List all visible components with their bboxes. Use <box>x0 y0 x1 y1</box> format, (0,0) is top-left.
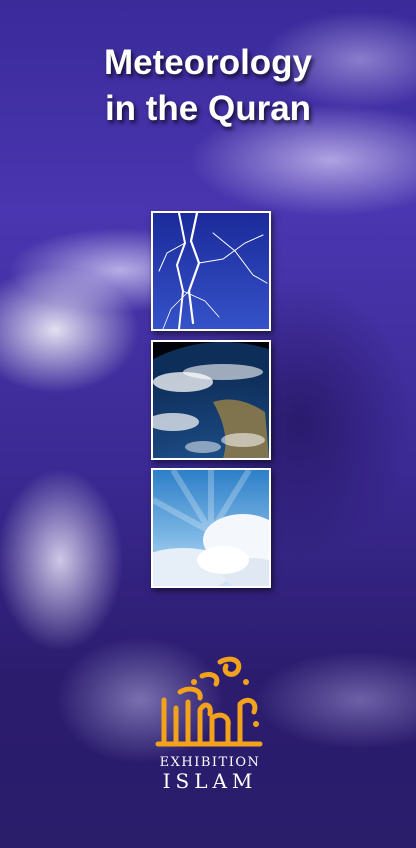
earth-photo <box>151 340 271 460</box>
arabic-calligraphy-logo-icon <box>150 652 270 752</box>
title-line-2: in the Quran <box>104 89 312 128</box>
page-title: Meteorology in the Quran <box>0 40 416 132</box>
lightning-photo <box>151 211 271 331</box>
title-line-1: Meteorology <box>103 43 313 82</box>
earth-image <box>153 342 269 458</box>
brochure-cover: Meteorology in the Quran EXHIBITION ISLA… <box>0 0 416 848</box>
clouds-photo <box>151 468 271 588</box>
brand-line-exhibition: EXHIBITION <box>159 755 261 770</box>
lightning-image <box>153 213 269 329</box>
brand-line-islam: ISLAM <box>162 769 258 793</box>
clouds-image <box>153 470 269 586</box>
